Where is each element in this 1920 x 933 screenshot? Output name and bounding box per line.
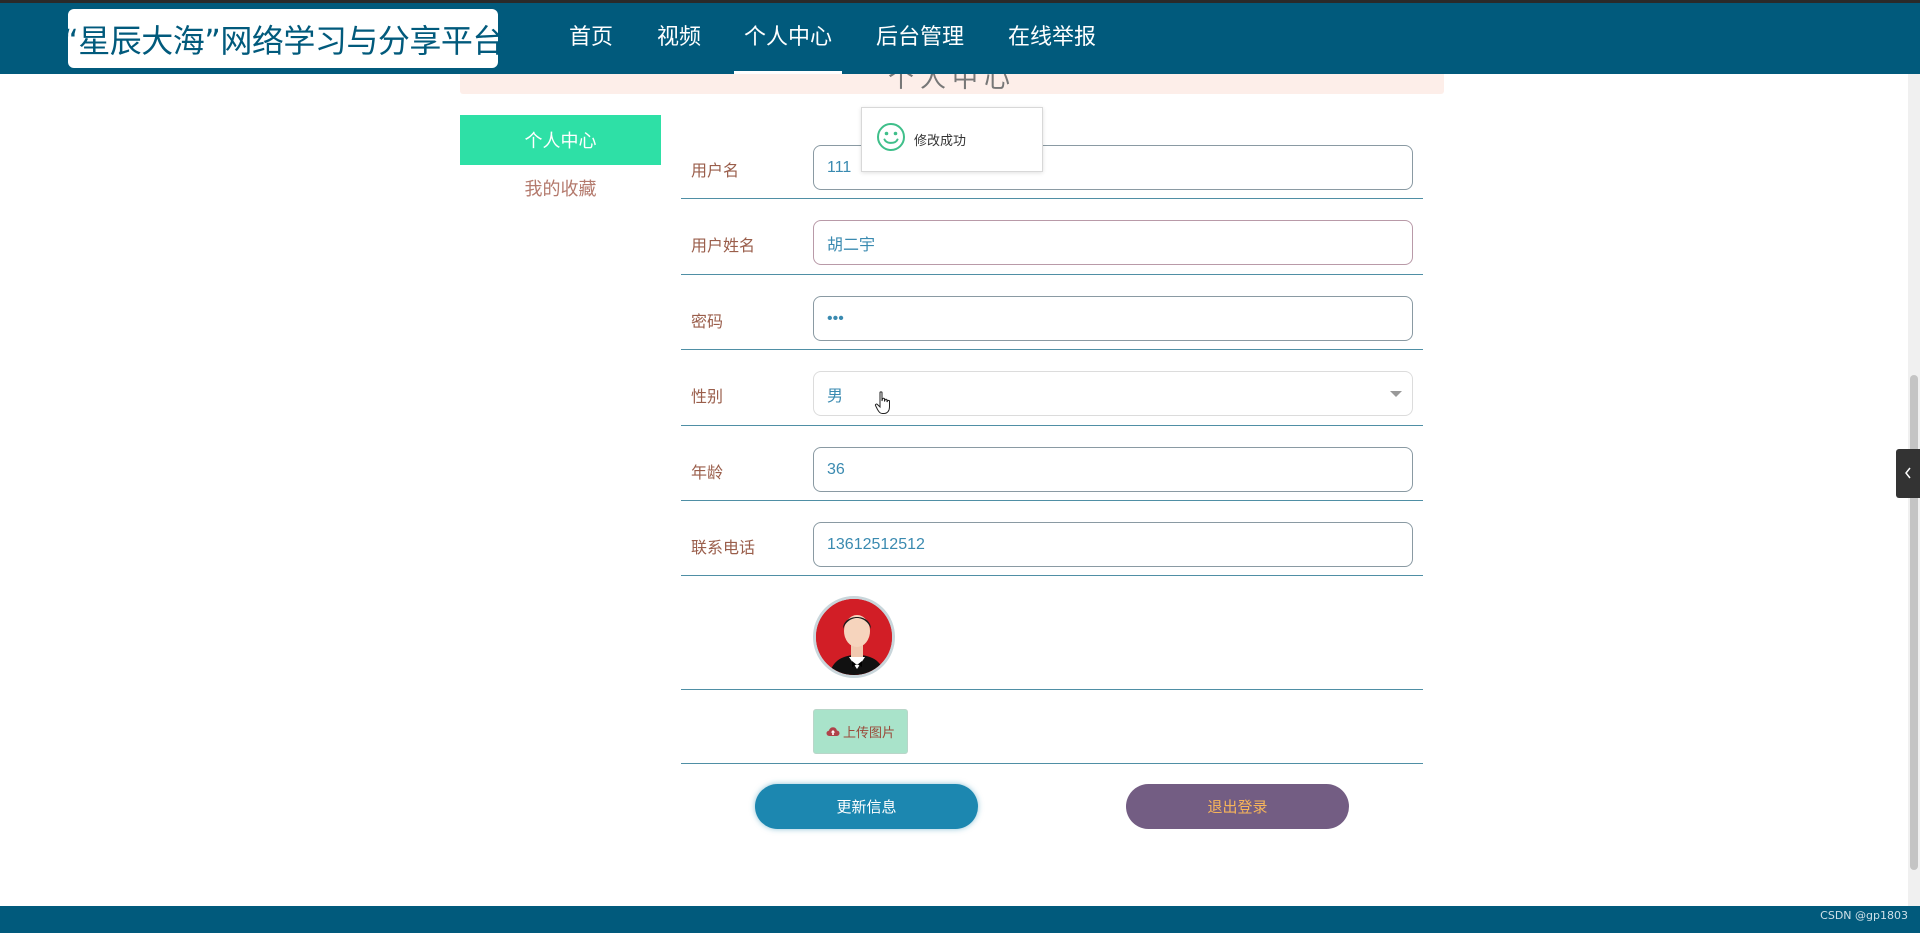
gender-selected-value: 男 (827, 387, 844, 405)
nav-admin[interactable]: 后台管理 (864, 3, 976, 74)
age-input[interactable]: 36 (813, 447, 1413, 492)
password-label: 密码 (691, 312, 724, 331)
form-row-realname: 用户姓名 胡二宇 (681, 199, 1423, 275)
avatar (813, 596, 895, 678)
section-title: 个人中心 (887, 74, 1016, 94)
form-row-age: 年龄 36 (681, 426, 1423, 501)
hand-cursor-icon (874, 391, 892, 420)
form-row-password: 密码 ••• (681, 275, 1423, 350)
password-input[interactable]: ••• (813, 296, 1413, 341)
age-label: 年龄 (691, 463, 724, 482)
toast-message: 修改成功 (914, 134, 967, 149)
nav-personal-center[interactable]: 个人中心 (734, 3, 842, 74)
upload-image-button[interactable]: 上传图片 (813, 709, 908, 754)
form-row-phone: 联系电话 13612512512 (681, 501, 1423, 576)
nav-home[interactable]: 首页 (553, 3, 629, 74)
form-row-upload (681, 690, 1423, 764)
chevron-left-icon (1904, 466, 1912, 482)
success-toast: 修改成功 (861, 107, 1043, 172)
logout-button[interactable]: 退出登录 (1126, 784, 1349, 829)
form-row-username: 用户名 111 (681, 142, 1423, 199)
smile-icon (876, 122, 906, 157)
cloud-upload-icon (826, 726, 840, 738)
form-row-gender: 性别 男 (681, 350, 1423, 426)
gender-select[interactable]: 男 (813, 371, 1413, 416)
phone-label: 联系电话 (691, 538, 756, 557)
sidebar-item-personal-center[interactable]: 个人中心 (460, 115, 661, 165)
realname-input[interactable]: 胡二宇 (813, 220, 1413, 265)
site-brand[interactable]: “星辰大海”网络学习与分享平台 (62, 9, 504, 68)
form-row-avatar (681, 576, 1423, 690)
nav-videos[interactable]: 视频 (641, 3, 717, 74)
upload-image-label: 上传图片 (842, 726, 895, 741)
gender-label: 性别 (691, 387, 724, 406)
realname-label: 用户姓名 (691, 236, 756, 255)
top-navbar: “星辰大海”网络学习与分享平台 首页 视频 个人中心 后台管理 在线举报 (0, 3, 1920, 74)
update-info-button[interactable]: 更新信息 (755, 784, 978, 829)
watermark-text: CSDN @gp1803 (1820, 909, 1908, 922)
phone-input[interactable]: 13612512512 (813, 522, 1413, 567)
page-footer (0, 906, 1920, 933)
section-header: 个人中心 (460, 74, 1444, 94)
sidebar-item-favorites[interactable]: 我的收藏 (460, 175, 661, 205)
nav-report[interactable]: 在线举报 (996, 3, 1108, 74)
collapse-panel-tab[interactable] (1896, 449, 1920, 498)
chevron-down-icon (1390, 391, 1402, 397)
username-label: 用户名 (691, 161, 740, 180)
